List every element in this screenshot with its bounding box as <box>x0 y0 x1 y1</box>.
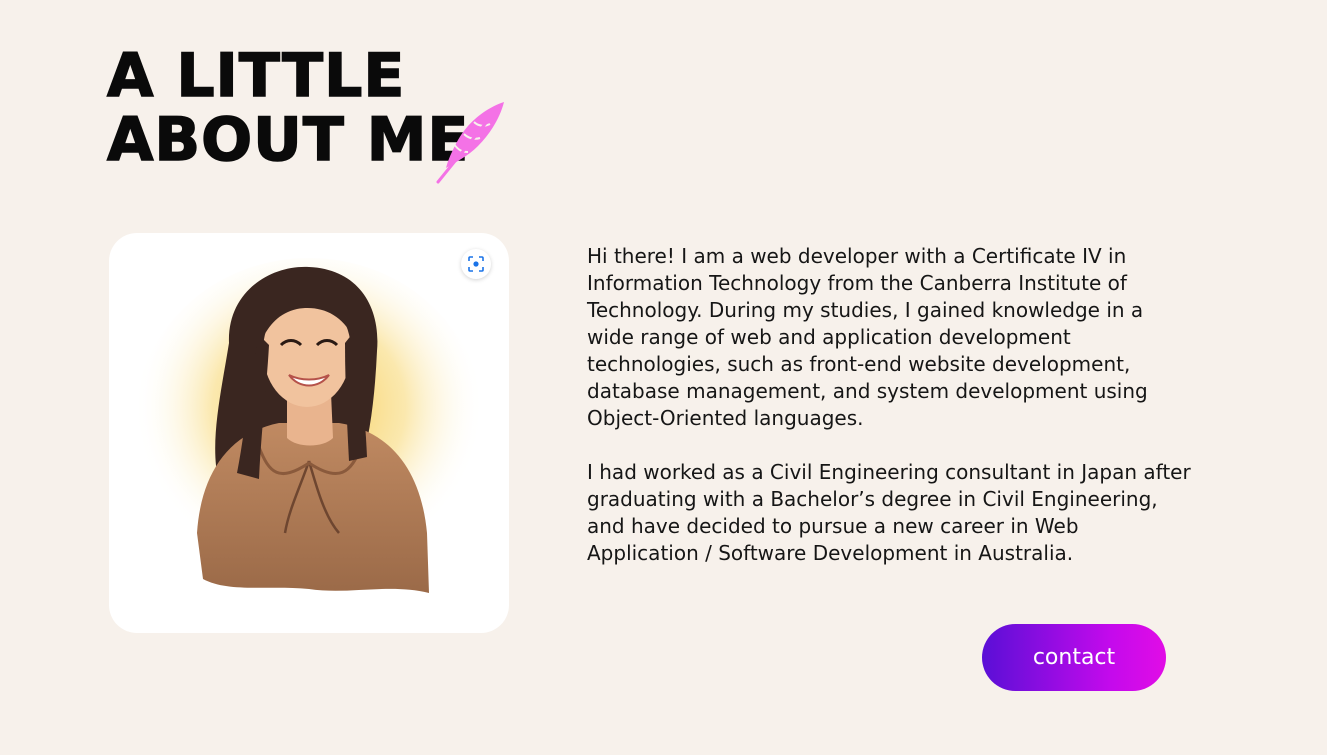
quill-feather-icon <box>436 102 504 184</box>
heading-line-1: A LITTLE <box>106 41 406 111</box>
bio-paragraph-1: Hi there! I am a web developer with a Ce… <box>587 244 1148 430</box>
page-heading: A LITTLE ABOUT ME <box>106 41 470 175</box>
profile-photo-card <box>109 233 509 633</box>
contact-button[interactable]: contact <box>982 624 1166 691</box>
visual-search-icon <box>468 256 484 272</box>
visual-search-button[interactable] <box>461 249 491 279</box>
profile-portrait <box>134 258 484 593</box>
heading-line-2: ABOUT ME <box>106 105 470 175</box>
bio-paragraph-2: I had worked as a Civil Engineering cons… <box>587 460 1191 565</box>
bio-text: Hi there! I am a web developer with a Ce… <box>587 243 1192 594</box>
